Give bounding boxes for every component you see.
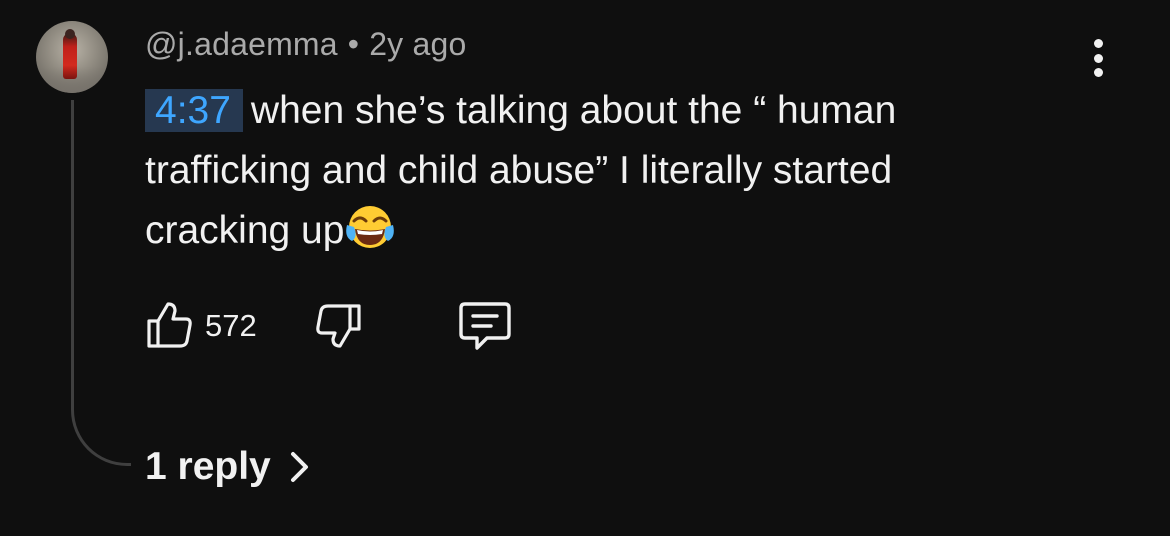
thumbs-down-icon[interactable] [313, 302, 363, 352]
thread-connector-line [71, 100, 131, 466]
more-vertical-icon-dot [1093, 68, 1103, 77]
like-count: 572 [205, 308, 257, 343]
comment-text: when she’s talking about the “ human tra… [145, 89, 897, 252]
replies-count-label: 1 reply [145, 445, 271, 488]
thumbs-up-icon[interactable] [145, 300, 195, 350]
author-handle[interactable]: @j.adaemma [145, 26, 338, 62]
comment-thread: @j.adaemma • 2y ago 4:37 when she’s talking… [0, 0, 1170, 536]
comment-body: 4:37 when she’s talking about the “ human… [145, 81, 1045, 261]
chevron-right-icon [290, 452, 308, 482]
avatar-figure-head [65, 29, 75, 39]
more-actions-button[interactable] [1080, 35, 1116, 81]
comment-header: @j.adaemma • 2y ago [145, 26, 466, 63]
comment-bubble-icon[interactable] [457, 300, 513, 350]
view-replies-button[interactable]: 1 reply [145, 445, 311, 489]
avatar[interactable] [36, 21, 108, 93]
avatar-figure [63, 33, 77, 79]
timestamp-link[interactable]: 4:37 [145, 89, 243, 132]
more-vertical-icon-dot [1093, 53, 1103, 63]
more-vertical-icon [1093, 39, 1103, 48]
face-with-tears-of-joy-icon [346, 206, 395, 248]
meta-separator: • [347, 26, 360, 62]
comment-age: 2y ago [369, 26, 467, 62]
